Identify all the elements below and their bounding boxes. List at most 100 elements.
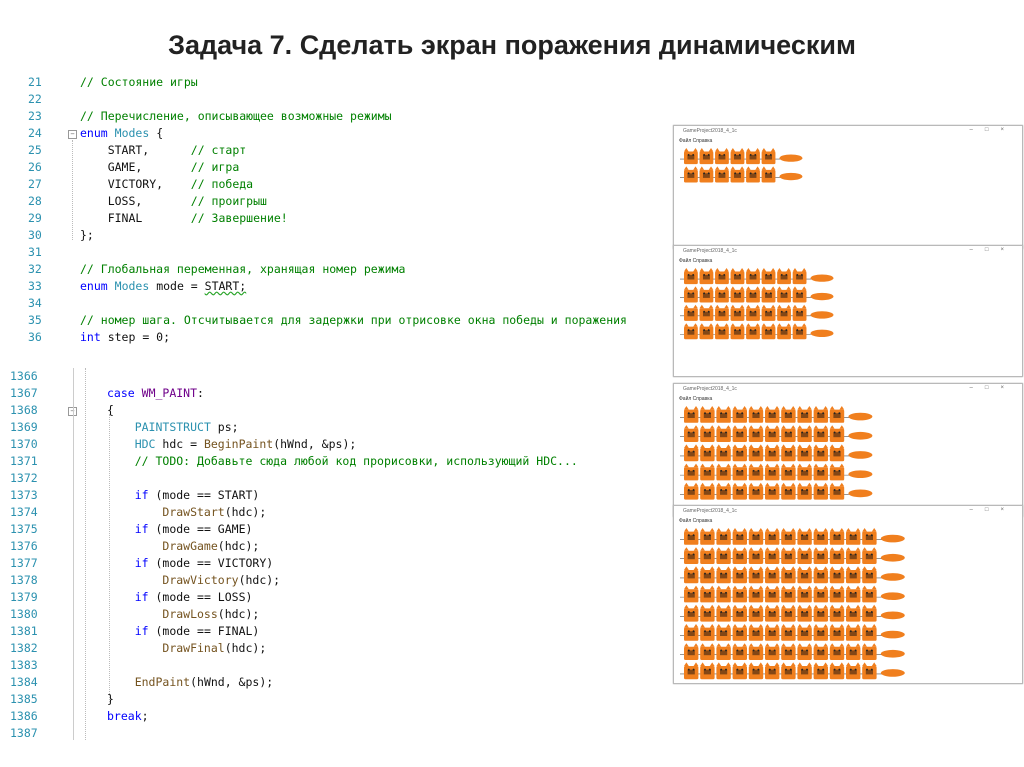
fox-sprite [813, 662, 828, 680]
fox-sprite [781, 566, 796, 584]
fox-sprite [684, 662, 699, 680]
fox-sprite [730, 304, 745, 321]
fox-sprite [732, 662, 747, 680]
fox-sprite [813, 624, 828, 641]
line-number: 1386 [10, 709, 38, 723]
code-text: if (mode == LOSS) [134, 590, 253, 604]
line-number: 1383 [10, 658, 38, 672]
fox-sprite [715, 166, 729, 183]
fox-sprite [846, 547, 861, 564]
fox-sprite [746, 286, 760, 303]
fox-sprite [700, 482, 715, 500]
fox-sprite [732, 482, 747, 500]
fox-sprite [781, 585, 796, 603]
code-text: break; [107, 709, 149, 723]
fox-sprite [700, 528, 715, 545]
fox-sprite [748, 624, 764, 641]
fox-sprite [732, 444, 747, 462]
code-text: EndPaint(hWnd, &ps); [134, 675, 274, 689]
fox-sprite [829, 406, 845, 423]
code-text: int step = 0; [80, 330, 171, 344]
fox-sprite [765, 547, 780, 564]
game-window-1: GameProject2018_4_1c –□× Файл Справка [673, 125, 1023, 249]
line-number: 1374 [10, 505, 38, 519]
fox-sprite [813, 463, 828, 481]
fox-sprite [684, 624, 699, 641]
fox-sprite [700, 444, 715, 462]
fox-sprite [699, 304, 714, 321]
fox-sprite [761, 148, 776, 165]
fox-sprite [797, 406, 812, 423]
fox-sprite [781, 643, 796, 660]
line-number: 1380 [10, 607, 38, 621]
fox-sprite [797, 425, 812, 442]
fox-sprite [829, 425, 845, 442]
fox-sprite [829, 463, 845, 481]
fox-sprite [748, 547, 764, 564]
fox-sprite [748, 604, 764, 622]
fox-sprite [781, 662, 796, 680]
fox-sprite [792, 304, 807, 321]
fox-sprite [829, 444, 845, 462]
indent-guide [85, 368, 86, 740]
code-text: HDC hdc = BeginPaint(hWnd, &ps); [134, 437, 357, 451]
fox-sprite [715, 268, 729, 285]
code-block-enum: 21 // Состояние игры 22 23 // Перечисление, … [28, 74, 668, 354]
fox-sprite [797, 444, 812, 462]
fox-sprite [700, 604, 715, 622]
line-number: 35 [28, 313, 42, 327]
fox-sprite [699, 148, 714, 165]
fox-sprite [700, 406, 715, 423]
line-number: 1385 [10, 692, 38, 706]
fox-sprite [765, 662, 780, 680]
fox-sprite [846, 643, 861, 660]
fox-sprite [730, 268, 745, 285]
fox-sprite [716, 662, 731, 680]
code-text: // Перечисление, описывающее возможные р… [80, 109, 392, 123]
fox-grid [680, 528, 905, 680]
fox-sprite [746, 268, 760, 285]
fox-sprite [748, 482, 764, 500]
fox-sprite [765, 624, 780, 641]
fox-sprite [777, 304, 791, 321]
code-text: DrawFinal(hdc); [162, 641, 267, 655]
fox-sprite [716, 624, 731, 641]
fox-sprite [700, 463, 715, 481]
line-number: 1371 [10, 454, 38, 468]
collapse-icon[interactable]: − [68, 130, 77, 139]
code-text: // номер шага. Отсчитывается для задержк… [80, 313, 627, 327]
line-number: 1379 [10, 590, 38, 604]
fox-sprite [781, 528, 796, 545]
fox-sprite [732, 566, 747, 584]
fox-sprite [765, 585, 780, 603]
code-text: // Состояние игры [80, 75, 198, 89]
fox-sprite [846, 662, 861, 680]
fox-sprite [846, 624, 861, 641]
line-number: 1381 [10, 624, 38, 638]
game-window-4: GameProject2018_4_1c –□× Файл Справка [673, 505, 1023, 684]
fox-sprite [765, 444, 780, 462]
fox-sprite [781, 482, 796, 500]
fox-sprite [761, 268, 776, 285]
fox-sprite [813, 406, 828, 423]
fox-grid [680, 148, 803, 183]
line-number: 1377 [10, 556, 38, 570]
fox-sprite [792, 286, 807, 303]
fox-sprite [797, 528, 812, 545]
code-text: if (mode == FINAL) [134, 624, 260, 638]
code-text: case WM_PAINT: [107, 386, 204, 400]
fox-sprite [748, 585, 764, 603]
fox-sprite [765, 566, 780, 584]
fox-sprite [792, 323, 807, 340]
fox-sprite [684, 304, 698, 321]
line-number: 34 [28, 296, 42, 310]
line-number: 1366 [10, 369, 38, 383]
line-number: 1375 [10, 522, 38, 536]
fox-sprite [700, 425, 715, 442]
code-text: if (mode == VICTORY) [134, 556, 274, 570]
line-number: 1372 [10, 471, 38, 485]
fox-sprite [748, 643, 764, 660]
fox-sprite [846, 604, 861, 622]
fox-sprite [684, 482, 699, 500]
line-number: 36 [28, 330, 42, 344]
